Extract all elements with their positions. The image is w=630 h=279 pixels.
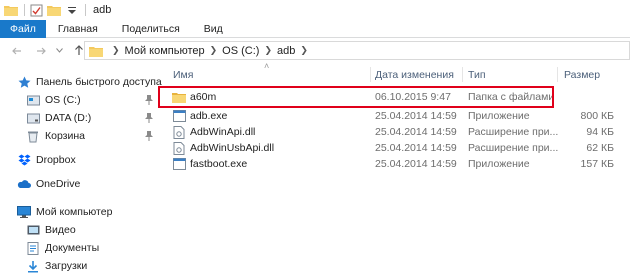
breadcrumb-chevron-icon[interactable]: ❯ <box>264 45 272 56</box>
sidebar-item-label: DATA (D:) <box>45 112 92 124</box>
address-bar[interactable]: ❯ Мой компьютер ❯ OS (C:) ❯ adb ❯ <box>84 41 630 60</box>
sidebar-item-label: Видео <box>45 224 76 236</box>
file-size: 800 КБ <box>580 110 614 122</box>
sidebar-item-data-d[interactable]: DATA (D:) <box>26 110 154 126</box>
tab-home[interactable]: Главная <box>46 20 110 38</box>
file-date: 25.04.2014 14:59 <box>375 142 457 154</box>
sidebar-item-os-c[interactable]: OS (C:) <box>26 92 154 108</box>
file-date: 25.04.2014 14:59 <box>375 158 457 170</box>
file-size: 94 КБ <box>586 126 614 138</box>
file-row[interactable]: fastboot.exe 25.04.2014 14:59 Приложение… <box>168 156 630 172</box>
video-folder-icon <box>26 223 40 237</box>
sidebar-item-label: Документы <box>45 242 100 254</box>
exe-icon <box>172 157 186 171</box>
dll-icon <box>172 141 186 155</box>
pin-icon[interactable] <box>144 112 154 124</box>
highlight-annotation <box>158 86 554 108</box>
recycle-bin-icon <box>26 129 40 143</box>
folder-icon <box>89 45 103 57</box>
pin-icon[interactable] <box>144 94 154 106</box>
file-row[interactable]: adb.exe 25.04.2014 14:59 Приложение 800 … <box>168 108 630 124</box>
file-type: Расширение при... <box>468 142 559 154</box>
documents-folder-icon <box>26 241 40 255</box>
title-separator <box>85 4 86 16</box>
folder-icon <box>3 2 19 18</box>
sidebar-item-label: Панель быстрого доступа <box>36 76 162 88</box>
sidebar-item-video[interactable]: Видео <box>26 222 76 238</box>
dropbox-icon <box>17 153 31 167</box>
title-separator <box>24 4 25 16</box>
file-type: Приложение <box>468 110 530 122</box>
exe-icon <box>172 109 186 123</box>
properties-icon[interactable] <box>28 2 44 18</box>
file-type: Расширение при... <box>468 126 559 138</box>
recent-locations-chevron-icon[interactable] <box>52 43 66 59</box>
breadcrumb-chevron-icon[interactable]: ❯ <box>112 45 120 56</box>
pin-icon[interactable] <box>144 130 154 142</box>
tab-view[interactable]: Вид <box>192 20 235 38</box>
file-name: AdbWinUsbApi.dll <box>190 142 275 154</box>
back-arrow-icon[interactable] <box>10 43 24 59</box>
computer-icon <box>17 205 31 219</box>
tab-file[interactable]: Файл <box>0 20 46 38</box>
onedrive-icon <box>17 177 31 191</box>
navigation-bar: ❯ Мой компьютер ❯ OS (C:) ❯ adb ❯ <box>0 38 630 63</box>
sort-up-icon: ˄ <box>264 61 270 71</box>
breadcrumb-chevron-icon[interactable]: ❯ <box>210 45 218 56</box>
sidebar-item-quick-access[interactable]: Панель быстрого доступа <box>17 74 162 90</box>
file-type: Приложение <box>468 158 530 170</box>
sidebar-item-label: Загрузки <box>45 260 88 272</box>
breadcrumb-chevron-icon[interactable]: ❯ <box>300 45 308 56</box>
file-name: AdbWinApi.dll <box>190 126 256 138</box>
customize-toolbar-icon[interactable] <box>64 2 80 18</box>
star-icon <box>17 75 31 89</box>
sidebar-item-dropbox[interactable]: Dropbox <box>17 152 76 168</box>
file-row[interactable]: AdbWinApi.dll 25.04.2014 14:59 Расширени… <box>168 124 630 140</box>
file-name: fastboot.exe <box>190 158 248 170</box>
column-header-date[interactable]: Дата изменения <box>375 69 454 81</box>
breadcrumb-my-computer[interactable]: Мой компьютер <box>125 45 205 57</box>
column-divider[interactable] <box>557 67 558 82</box>
tab-share[interactable]: Поделиться <box>110 20 192 38</box>
sidebar-item-my-computer[interactable]: Мой компьютер <box>17 204 112 220</box>
drive-icon <box>26 93 40 107</box>
column-divider[interactable] <box>462 67 463 82</box>
title-bar: adb <box>0 0 630 20</box>
dll-icon <box>172 125 186 139</box>
sidebar-item-recycle-bin[interactable]: Корзина <box>26 128 154 144</box>
column-header-type[interactable]: Тип <box>468 69 486 81</box>
file-date: 25.04.2014 14:59 <box>375 126 457 138</box>
column-header-name[interactable]: Имя <box>173 69 193 81</box>
file-size: 157 КБ <box>580 158 614 170</box>
sidebar-item-documents[interactable]: Документы <box>26 240 99 256</box>
drive-icon <box>26 111 40 125</box>
window-title: adb <box>93 4 112 16</box>
sidebar-item-onedrive[interactable]: OneDrive <box>17 176 80 192</box>
file-name: adb.exe <box>190 110 228 122</box>
navigation-pane: Панель быстрого доступа OS (C:) DATA (D:… <box>0 63 165 279</box>
ribbon-tabs: Файл Главная Поделиться Вид <box>0 20 630 38</box>
sidebar-item-label: Мой компьютер <box>36 206 113 218</box>
sidebar-item-label: Корзина <box>45 130 85 142</box>
breadcrumb-adb[interactable]: adb <box>277 45 295 57</box>
forward-arrow-icon[interactable] <box>34 43 48 59</box>
sidebar-item-downloads[interactable]: Загрузки <box>26 258 87 274</box>
sidebar-item-label: OneDrive <box>36 178 81 190</box>
file-date: 25.04.2014 14:59 <box>375 110 457 122</box>
column-divider[interactable] <box>370 67 371 82</box>
column-header-size[interactable]: Размер <box>564 69 600 81</box>
sidebar-item-label: OS (C:) <box>45 94 81 106</box>
new-folder-icon[interactable] <box>46 2 62 18</box>
file-size: 62 КБ <box>586 142 614 154</box>
downloads-folder-icon <box>26 259 40 273</box>
breadcrumb-os-c[interactable]: OS (C:) <box>222 45 259 57</box>
sidebar-item-label: Dropbox <box>36 154 76 166</box>
file-row[interactable]: AdbWinUsbApi.dll 25.04.2014 14:59 Расшир… <box>168 140 630 156</box>
column-header-row: ˄ Имя Дата изменения Тип Размер <box>168 61 630 84</box>
